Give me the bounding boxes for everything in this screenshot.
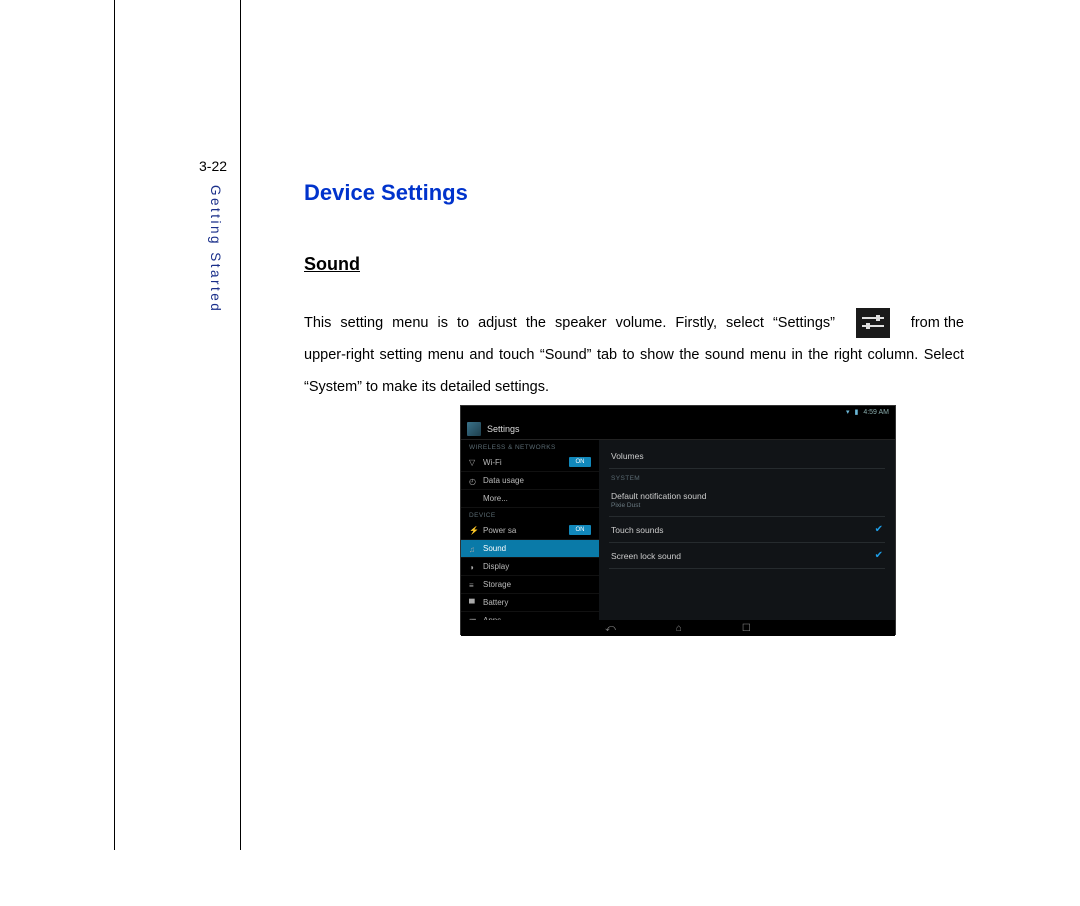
settings-main-panel: Volumes SYSTEM Default notification soun… bbox=[599, 440, 895, 620]
row-label: Volumes bbox=[611, 451, 644, 461]
app-title-bar: Settings bbox=[461, 418, 895, 440]
sidebar-item-label: Power sa bbox=[483, 526, 516, 535]
app-title: Settings bbox=[487, 424, 520, 434]
subsection-title: Sound bbox=[304, 254, 964, 275]
sidebar-item-display[interactable]: ◑ Display bbox=[461, 558, 599, 576]
outer-margin-rule bbox=[114, 0, 115, 850]
power-saving-toggle[interactable]: ON bbox=[569, 525, 591, 535]
row-label: Default notification sound bbox=[611, 491, 706, 501]
status-bar: ▾ ▮ 4:59 AM bbox=[461, 406, 895, 418]
sidebar-section-wireless: WIRELESS & NETWORKS bbox=[461, 440, 599, 453]
page-title: Device Settings bbox=[304, 180, 964, 206]
data-usage-icon: ◴ bbox=[469, 477, 477, 485]
power-icon: ⚡ bbox=[469, 526, 477, 534]
sidebar-item-label: More... bbox=[483, 494, 508, 503]
sidebar-item-label: Battery bbox=[483, 598, 508, 607]
android-sound-settings-screenshot: ▾ ▮ 4:59 AM Settings WIRELESS & NETWORKS… bbox=[460, 405, 896, 635]
sidebar-item-label: Display bbox=[483, 562, 509, 571]
sidebar-item-apps[interactable]: ▦ Apps bbox=[461, 612, 599, 620]
sidebar-item-storage[interactable]: ≡ Storage bbox=[461, 576, 599, 594]
status-time: 4:59 AM bbox=[863, 409, 889, 416]
settings-sliders-icon bbox=[856, 308, 890, 338]
settings-app-icon bbox=[467, 422, 481, 436]
apps-icon: ▦ bbox=[469, 617, 477, 621]
display-icon: ◑ bbox=[469, 563, 477, 571]
row-volumes[interactable]: Volumes bbox=[609, 444, 885, 469]
wifi-icon: ▽ bbox=[469, 458, 477, 466]
nav-home-icon[interactable]: ⌂ bbox=[676, 623, 682, 634]
sidebar-item-label: Storage bbox=[483, 580, 511, 589]
para-rest: upper-right setting menu and touch “Soun… bbox=[304, 339, 964, 403]
wifi-toggle[interactable]: ON bbox=[569, 457, 591, 467]
main-section-system: SYSTEM bbox=[609, 469, 885, 484]
page-number: 3-22 bbox=[199, 158, 227, 174]
instruction-paragraph: This setting menu is to adjust the speak… bbox=[304, 307, 964, 403]
row-screen-lock-sound[interactable]: Screen lock sound ✔ bbox=[609, 543, 885, 569]
storage-icon: ≡ bbox=[469, 581, 477, 589]
battery-icon: ▀ bbox=[469, 599, 477, 607]
sidebar-item-label: Data usage bbox=[483, 476, 524, 485]
sidebar-item-label: Apps bbox=[483, 616, 501, 620]
row-subtext: Pixie Dust bbox=[611, 502, 706, 509]
check-icon[interactable]: ✔ bbox=[875, 550, 883, 561]
row-touch-sounds[interactable]: Touch sounds ✔ bbox=[609, 517, 885, 543]
sidebar-item-more[interactable]: More... bbox=[461, 490, 599, 508]
check-icon[interactable]: ✔ bbox=[875, 524, 883, 535]
sidebar-item-label: Sound bbox=[483, 544, 506, 553]
sidebar-item-battery[interactable]: ▀ Battery bbox=[461, 594, 599, 612]
section-side-label: Getting Started bbox=[208, 185, 223, 313]
sidebar-item-sound[interactable]: ♫ Sound bbox=[461, 540, 599, 558]
inner-margin-rule bbox=[240, 0, 241, 850]
sidebar-item-data-usage[interactable]: ◴ Data usage bbox=[461, 472, 599, 490]
nav-back-icon[interactable]: ⤺ bbox=[605, 623, 616, 634]
battery-icon: ▮ bbox=[854, 408, 858, 416]
sidebar-item-label: Wi-Fi bbox=[483, 458, 502, 467]
wifi-icon: ▾ bbox=[846, 408, 850, 416]
para-line1-right: from the bbox=[911, 307, 964, 339]
row-label: Touch sounds bbox=[611, 525, 663, 535]
para-line1-left: This setting menu is to adjust the speak… bbox=[304, 307, 835, 339]
row-label: Screen lock sound bbox=[611, 551, 681, 561]
blank-icon bbox=[469, 495, 477, 503]
sidebar-item-power-saving[interactable]: ⚡ Power sa ON bbox=[461, 521, 599, 540]
android-nav-bar: ⤺ ⌂ ☐ bbox=[461, 620, 895, 636]
sidebar-section-device: DEVICE bbox=[461, 508, 599, 521]
settings-sidebar: WIRELESS & NETWORKS ▽ Wi-Fi ON ◴ Data us… bbox=[461, 440, 599, 620]
sound-icon: ♫ bbox=[469, 545, 477, 553]
nav-recent-icon[interactable]: ☐ bbox=[742, 623, 751, 634]
sidebar-item-wifi[interactable]: ▽ Wi-Fi ON bbox=[461, 453, 599, 472]
row-default-notification[interactable]: Default notification sound Pixie Dust bbox=[609, 484, 885, 517]
